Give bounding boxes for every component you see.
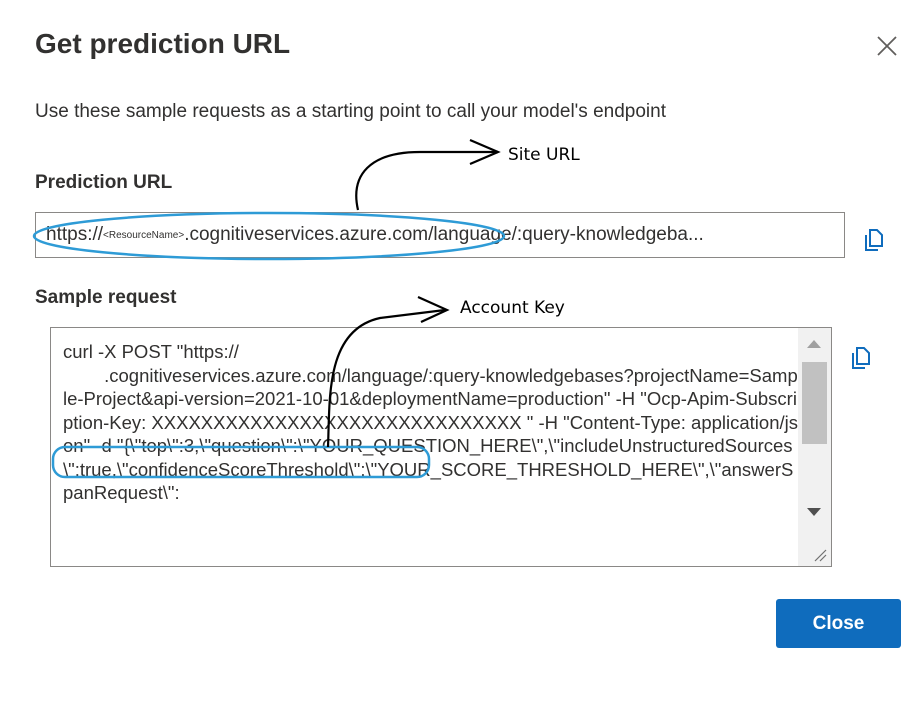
scroll-down-icon[interactable]: [807, 508, 821, 516]
sample-request-text: curl -X POST "https:// .cognitiveservice…: [63, 341, 798, 503]
url-prefix: https://: [46, 224, 104, 245]
url-resource-placeholder: <ResourceName>: [103, 229, 185, 241]
copy-url-icon[interactable]: [860, 226, 888, 254]
site-url-annotation: Site URL: [508, 145, 580, 165]
dialog-subtitle: Use these sample requests as a starting …: [35, 101, 666, 122]
sample-request-textarea[interactable]: curl -X POST "https:// .cognitiveservice…: [50, 327, 832, 567]
url-suffix: .cognitiveservices.azure.com/language/:q…: [184, 224, 704, 245]
prediction-url-label: Prediction URL: [35, 172, 173, 193]
dialog-title: Get prediction URL: [35, 28, 291, 59]
account-key-annotation: Account Key: [460, 298, 565, 318]
resize-grip-icon[interactable]: [813, 548, 827, 562]
close-button[interactable]: Close: [776, 599, 901, 648]
scroll-thumb[interactable]: [802, 362, 827, 444]
close-icon[interactable]: [872, 30, 902, 60]
site-url-arrow: [355, 150, 498, 211]
account-key-arrowhead: [417, 295, 450, 323]
copy-request-icon[interactable]: [847, 344, 875, 372]
site-url-arrowhead: [469, 138, 501, 166]
scrollbar[interactable]: [798, 328, 831, 566]
sample-request-label: Sample request: [35, 287, 177, 308]
scroll-up-icon[interactable]: [807, 340, 821, 348]
prediction-url-field[interactable]: https://<ResourceName> .cognitiveservices…: [35, 212, 845, 258]
